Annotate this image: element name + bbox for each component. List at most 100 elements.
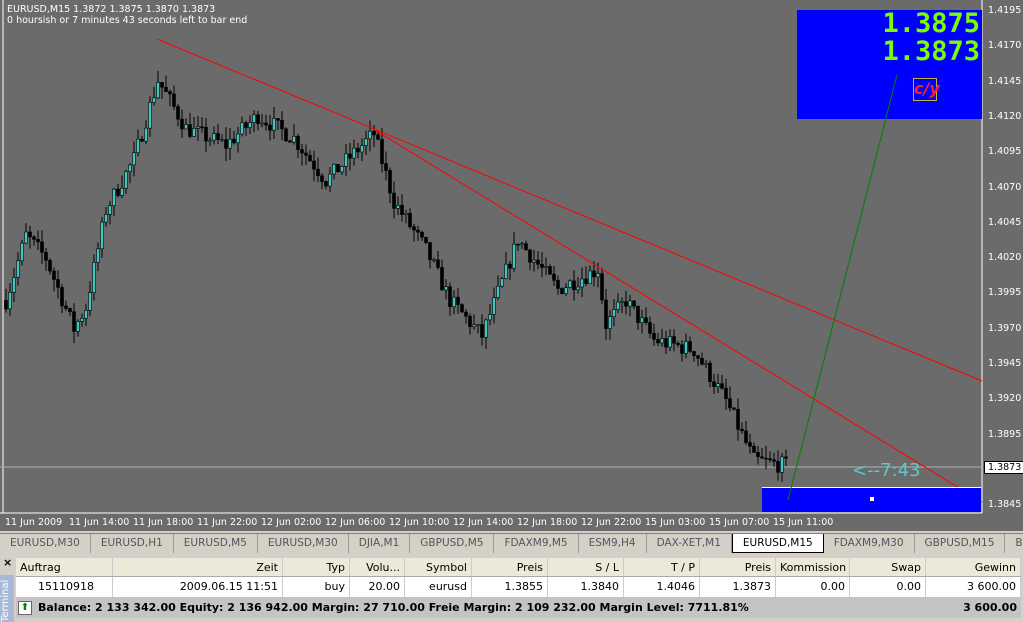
price-chart[interactable]: EURUSD,M15 1.3872 1.3875 1.3870 1.3873 0… — [0, 0, 1023, 531]
bear-candle — [424, 236, 428, 243]
bear-candle — [644, 317, 648, 323]
bull-candle — [544, 266, 548, 268]
column-header[interactable]: Zeit — [113, 558, 283, 576]
bull-candle — [272, 118, 276, 131]
chart-tab[interactable]: EURUSD,M5 — [174, 534, 258, 553]
chart-tab[interactable]: GBPUSD,M15 — [915, 534, 1006, 553]
bull-candle — [484, 319, 488, 338]
bear-candle — [572, 280, 576, 291]
column-header[interactable]: Volu... — [350, 558, 405, 576]
bull-candle — [332, 164, 336, 175]
chart-tab[interactable]: FDAXM9,M5 — [494, 534, 579, 553]
bull-candle — [212, 133, 216, 141]
bear-candle — [288, 140, 292, 143]
rectangle-handle[interactable] — [870, 497, 874, 501]
price-tick-label: 1.4170 — [988, 40, 1022, 52]
bear-candle — [464, 311, 468, 317]
bull-candle — [12, 277, 16, 293]
arrow-up-icon: ⬆ — [18, 600, 32, 615]
bear-candle — [752, 445, 756, 453]
bear-candle — [264, 122, 268, 126]
bear-candle — [388, 170, 392, 194]
bear-candle — [312, 160, 316, 170]
bear-candle — [280, 119, 284, 130]
bear-candle — [376, 134, 380, 140]
column-header[interactable]: Gewinn — [926, 558, 1021, 576]
trendline-2[interactable] — [369, 126, 983, 503]
bear-candle — [380, 139, 384, 164]
chart-tab[interactable]: EURUSD,M30 — [258, 534, 349, 553]
bear-candle — [300, 149, 304, 154]
bear-candle — [52, 270, 56, 280]
balance-text: Balance: 2 133 342.00 Equity: 2 136 942.… — [38, 601, 749, 614]
column-header[interactable]: Kommission — [776, 558, 850, 576]
chart-tab[interactable]: DAX-XET,M1 — [647, 534, 732, 553]
bull-candle — [476, 324, 480, 326]
bull-candle — [780, 456, 784, 473]
bull-candle — [8, 292, 12, 310]
bear-candle — [456, 296, 460, 305]
bull-candle — [252, 114, 256, 123]
cy-button[interactable]: c/y — [913, 78, 940, 101]
countdown-label: <--7:43 — [852, 460, 921, 481]
bull-candle — [84, 310, 88, 319]
orders-header: Auftrag Zeit Typ Volu... Symbol Preis S / LT /… — [16, 558, 1021, 577]
column-header[interactable]: Swap — [850, 558, 926, 576]
bear-candle — [348, 153, 352, 159]
chart-tab[interactable]: GBPUSD,M5 — [410, 534, 495, 553]
price-tick-label: 1.4195 — [988, 5, 1022, 16]
time-tick-label: 12 Jun 18:00 — [517, 517, 578, 528]
bull-candle — [328, 173, 332, 187]
column-header[interactable]: Symbol — [405, 558, 472, 576]
bear-candle — [400, 205, 404, 215]
bull-candle — [368, 130, 372, 140]
terminal-panel: × Terminal Auftrag Zeit Typ Volu... Symbol Pr… — [0, 555, 1023, 622]
bear-candle — [48, 259, 52, 272]
table-cell: 0.00 — [776, 577, 850, 597]
chart-tab[interactable]: DJIA,M1 — [349, 534, 411, 553]
bull-candle — [100, 221, 104, 250]
bull-candle — [596, 273, 600, 278]
column-header[interactable]: T / P — [624, 558, 700, 576]
chart-tab[interactable]: EURUSD,M30 — [0, 534, 91, 553]
column-header[interactable]: S / L — [548, 558, 624, 576]
bear-candle — [748, 442, 752, 447]
bear-candle — [224, 139, 228, 149]
bull-candle — [472, 324, 476, 328]
bull-candle — [568, 280, 572, 288]
bear-candle — [680, 344, 684, 354]
price-tick-label: 1.3920 — [988, 393, 1022, 405]
bear-candle — [316, 168, 320, 177]
column-header[interactable]: Auftrag — [16, 558, 113, 576]
bull-candle — [152, 97, 156, 103]
bear-candle — [604, 299, 608, 329]
bear-candle — [284, 128, 288, 142]
bull-candle — [20, 242, 24, 262]
column-header[interactable]: Typ — [283, 558, 350, 576]
column-header[interactable]: Preis — [472, 558, 548, 576]
bear-candle — [528, 249, 532, 263]
chart-tab[interactable]: FDAXM9,M30 — [824, 534, 915, 553]
chart-tab[interactable]: B — [1005, 534, 1023, 553]
bear-candle — [188, 124, 192, 137]
bear-candle — [200, 126, 204, 129]
bear-candle — [296, 136, 300, 150]
chart-tab[interactable]: EURUSD,H1 — [91, 534, 174, 553]
bull-candle — [136, 138, 140, 154]
column-header[interactable]: Preis — [700, 558, 776, 576]
bear-candle — [36, 239, 40, 243]
bull-candle — [576, 286, 580, 291]
close-icon[interactable]: × — [3, 556, 12, 569]
bull-candle — [240, 122, 244, 135]
chart-tab[interactable]: EURUSD,M15 — [731, 534, 824, 553]
table-row[interactable]: 15110918 2009.06.15 11:51 buy 20.00 eurusd 1.… — [16, 577, 1021, 597]
chart-tab[interactable]: ESM9,H4 — [579, 534, 647, 553]
bull-candle — [236, 133, 240, 144]
bull-candle — [248, 122, 252, 128]
time-tick-label: 11 Jun 18:00 — [133, 517, 194, 528]
bear-candle — [256, 114, 260, 124]
bear-candle — [60, 287, 64, 307]
bull-candle — [364, 138, 368, 146]
bull-candle — [104, 214, 108, 223]
bull-candle — [112, 188, 116, 207]
